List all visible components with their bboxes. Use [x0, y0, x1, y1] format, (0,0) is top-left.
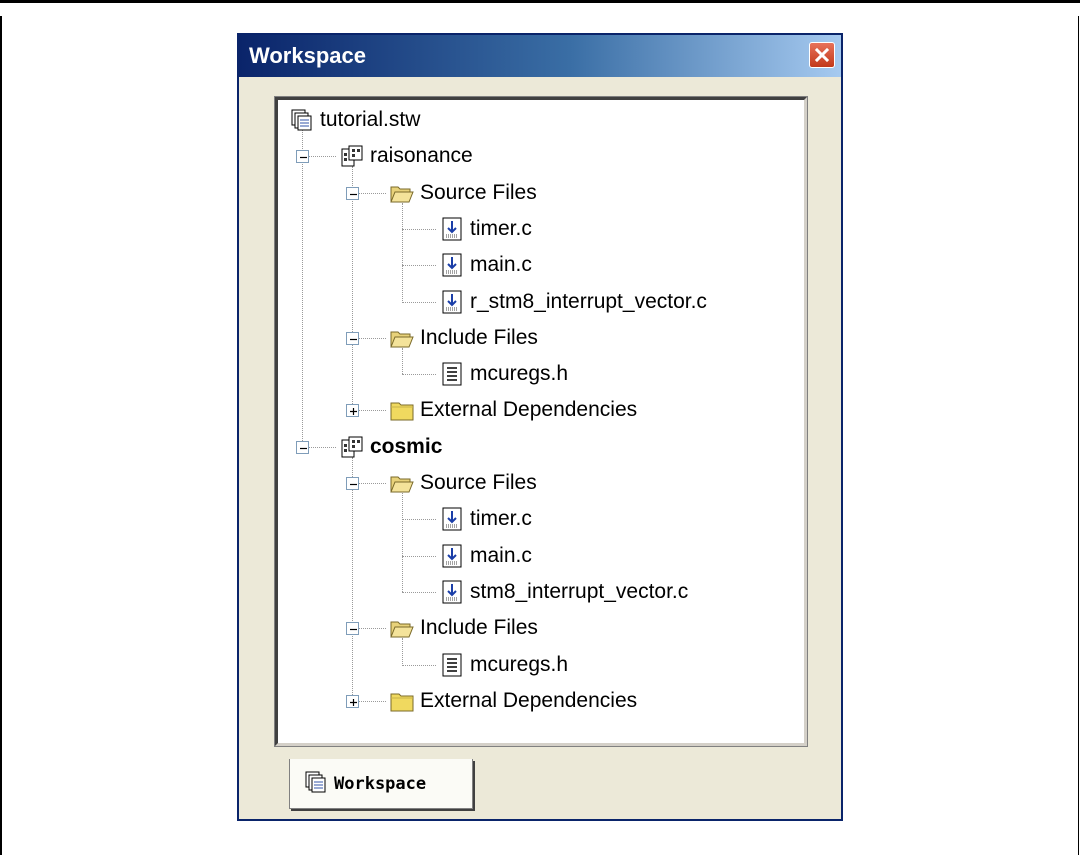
tree-connector-line: [402, 202, 403, 302]
titlebar[interactable]: Workspace: [239, 35, 841, 77]
tree-item[interactable]: r_stm8_interrupt_vector.c: [440, 286, 707, 318]
header-file-icon: [440, 653, 464, 677]
folder-open-icon: [390, 471, 414, 495]
workspace-icon: [290, 108, 314, 132]
tree-item-label: r_stm8_interrupt_vector.c: [470, 289, 707, 313]
tree-item-label: timer.c: [470, 216, 532, 240]
tree-item-label: Source Files: [420, 180, 537, 204]
tree-connector-line: [402, 664, 436, 666]
tree-connector-line: [402, 265, 436, 267]
folder-closed-icon: [390, 398, 414, 422]
tree-connector-line: [402, 228, 436, 230]
folder-open-icon: [390, 616, 414, 640]
window-title: Workspace: [249, 43, 366, 68]
tree-connector-line: [402, 555, 436, 557]
tree-item[interactable]: raisonance: [340, 140, 473, 172]
tree-connector-line: [402, 493, 403, 592]
c-file-icon: [440, 544, 464, 568]
workspace-icon: [304, 770, 328, 798]
collapse-icon[interactable]: [346, 622, 359, 636]
tree-item-label: Source Files: [420, 471, 537, 494]
tree-item-label: timer.c: [470, 507, 532, 531]
workspace-window: Workspace tutorial.stw raisonance Source F…: [237, 33, 843, 821]
tree-connector-line: [402, 519, 436, 521]
folder-open-icon: [390, 326, 414, 350]
tree-item[interactable]: timer.c: [440, 213, 532, 245]
tree-item-label: mcuregs.h: [470, 362, 569, 386]
collapse-icon[interactable]: [346, 477, 359, 490]
tree-item[interactable]: Source Files: [390, 177, 537, 209]
tree-item[interactable]: mcuregs.h: [440, 358, 568, 390]
tree-item[interactable]: Include Files: [390, 612, 538, 644]
c-file-icon: [440, 290, 464, 314]
c-file-icon: [440, 253, 464, 277]
close-icon: [815, 48, 829, 62]
tree-item[interactable]: stm8_interrupt_vector.c: [440, 576, 688, 608]
tree-connector-line: [402, 591, 436, 593]
tree-item[interactable]: Include Files: [390, 322, 538, 354]
tree-item-label: main.c: [470, 543, 532, 567]
folder-closed-icon: [390, 689, 414, 713]
project-icon: [340, 144, 364, 168]
top-rule: [0, 0, 1080, 3]
c-file-icon: [440, 580, 464, 604]
tree-item[interactable]: cosmic: [340, 431, 442, 463]
tree-item[interactable]: timer.c: [440, 503, 532, 535]
c-file-icon: [440, 217, 464, 241]
tree-item[interactable]: main.c: [440, 249, 532, 281]
tree-item-label: raisonance: [370, 144, 473, 168]
tree-item[interactable]: main.c: [440, 540, 532, 572]
tree-item-label: Include Files: [420, 325, 538, 349]
tree-item-label: mcuregs.h: [470, 652, 569, 676]
collapse-icon[interactable]: [346, 331, 359, 345]
folder-open-icon: [390, 181, 414, 205]
tree-connector-line: [352, 166, 353, 411]
tree-item[interactable]: tutorial.stw: [290, 104, 420, 136]
collapse-icon[interactable]: [296, 150, 309, 164]
tree-item-label: tutorial.stw: [320, 108, 421, 131]
tree-item-label: Include Files: [420, 616, 538, 640]
tree-connector-line: [402, 374, 436, 376]
tree-item[interactable]: External Dependencies: [390, 685, 637, 717]
tree-item-label: main.c: [470, 253, 532, 277]
tree-connector-line: [352, 456, 353, 701]
tree-item[interactable]: Source Files: [390, 467, 537, 499]
collapse-icon[interactable]: [296, 440, 309, 454]
tree-item-label: External Dependencies: [420, 398, 638, 422]
project-icon: [340, 435, 364, 459]
tree-connector-line: [302, 130, 303, 447]
workspace-tree[interactable]: tutorial.stw raisonance Source Files timer.…: [275, 97, 807, 746]
tree-item-label: stm8_interrupt_vector.c: [470, 579, 689, 603]
tree-item-label: cosmic: [370, 434, 443, 458]
c-file-icon: [440, 507, 464, 531]
tree-item[interactable]: External Dependencies: [390, 394, 637, 426]
tree-item-label: External Dependencies: [420, 688, 638, 712]
close-button[interactable]: [809, 42, 835, 68]
tab-label: Workspace: [334, 773, 427, 794]
expand-icon[interactable]: [346, 694, 359, 708]
collapse-icon[interactable]: [346, 186, 359, 200]
tab-workspace[interactable]: Workspace: [289, 759, 473, 809]
tree-item[interactable]: mcuregs.h: [440, 649, 568, 681]
header-file-icon: [440, 362, 464, 386]
tree-connector-line: [402, 301, 436, 303]
expand-icon[interactable]: [346, 404, 359, 418]
